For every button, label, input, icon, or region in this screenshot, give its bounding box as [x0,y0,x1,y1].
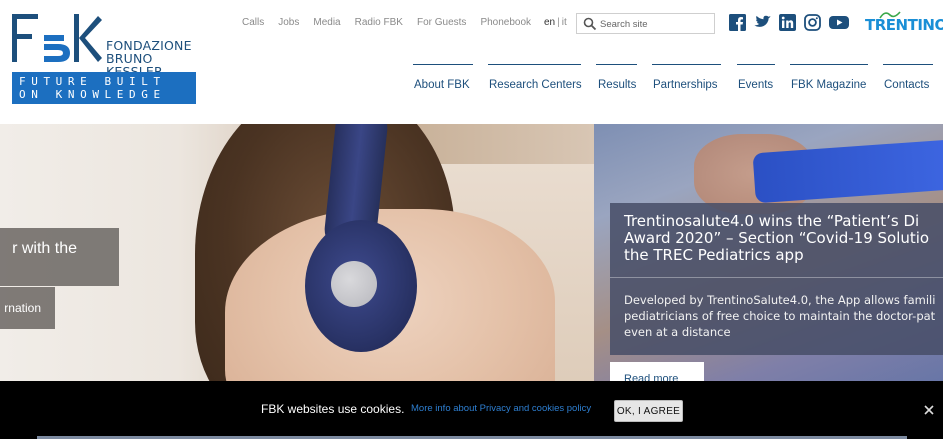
news-body-line-2: pediatricians of free choice to maintain… [624,309,936,323]
nav-item-research-centers[interactable]: Research Centers [488,64,582,94]
fbk-logo-mark-icon [12,14,102,62]
facebook-icon[interactable] [729,14,746,31]
news-body: Developed by TrentinoSalute4.0, the App … [624,292,935,340]
main-nav: About FBK Research Centers Results Partn… [0,64,943,104]
trentino-swirl-icon [879,11,901,19]
news-title-line-3: the TREC Pediatrics app [624,246,804,264]
trentino-logo[interactable]: TRENTINO [865,11,943,38]
utility-link-calls[interactable]: Calls [242,17,264,31]
close-icon[interactable] [922,403,936,417]
search-box [576,13,715,34]
news-title-line-1: Trentinosalute4.0 wins the “Patient’s Di [624,212,920,230]
news-body-line-1: Developed by TrentinoSalute4.0, the App … [624,293,936,307]
trentino-wordmark: TRENTINO [865,16,943,34]
news-title-line-2: Award 2020” – Section “Covid-19 Solutio [624,229,930,247]
utility-link-phonebook[interactable]: Phonebook [480,17,531,31]
nav-item-events[interactable]: Events [737,64,775,94]
utility-link-media[interactable]: Media [313,17,340,31]
nav-item-partnerships[interactable]: Partnerships [652,64,721,94]
cookie-banner: FBK websites use cookies. More info abou… [0,381,943,439]
youtube-icon[interactable] [829,14,849,31]
news-divider [610,277,943,278]
twitter-icon[interactable] [754,14,771,31]
site-header: FONDAZIONE BRUNO KESSLER FUTURE BUILT ON… [0,0,943,124]
lang-separator: | [557,17,560,28]
nav-item-about-fbk[interactable]: About FBK [413,64,473,94]
cookie-message: FBK websites use cookies. [261,402,405,416]
news-body-line-3: even at a distance [624,325,731,339]
cookie-agree-button[interactable]: OK, I AGREE [614,400,683,422]
utility-link-jobs[interactable]: Jobs [278,17,299,31]
nav-item-contacts[interactable]: Contacts [883,64,933,94]
nav-item-fbk-magazine[interactable]: FBK Magazine [790,64,868,94]
lang-it[interactable]: it [562,17,567,28]
news-card: Trentinosalute4.0 wins the “Patient’s Di… [610,203,943,355]
lang-en[interactable]: en [544,17,555,28]
instagram-icon[interactable] [804,14,821,31]
hero-left-link[interactable]: rnation [0,287,55,329]
social-links [729,14,849,31]
utility-link-radio-fbk[interactable]: Radio FBK [355,17,403,31]
nav-item-results[interactable]: Results [596,64,637,94]
linkedin-icon[interactable] [779,14,796,31]
news-title[interactable]: Trentinosalute4.0 wins the “Patient’s Di… [624,213,943,264]
language-switcher: en | it [544,17,567,28]
search-input[interactable] [600,16,710,32]
headphones-earcup-center [331,261,377,307]
hero-left-caption-text: r with the [12,240,77,257]
utility-nav: Calls Jobs Media Radio FBK For Guests Ph… [242,17,545,31]
utility-link-for-guests[interactable]: For Guests [417,17,466,31]
hero-left-link-text: rnation [4,301,41,315]
hero-left-caption[interactable]: r with the [0,228,119,286]
cookie-policy-link[interactable]: More info about Privacy and cookies poli… [411,403,591,414]
search-icon[interactable] [583,17,597,31]
